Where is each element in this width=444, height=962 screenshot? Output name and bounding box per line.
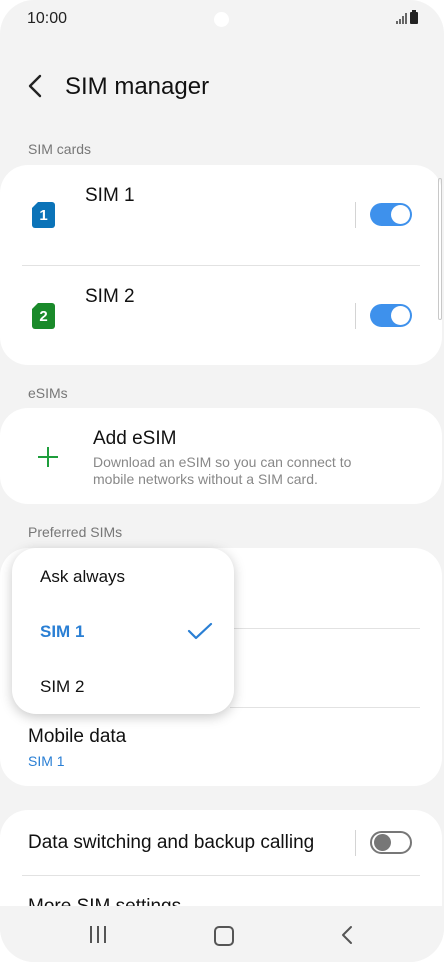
section-label-preferred-sims: Preferred SIMs bbox=[28, 524, 123, 540]
home-icon[interactable] bbox=[214, 926, 234, 946]
plus-icon bbox=[38, 447, 58, 467]
add-esim-card[interactable]: Add eSIM Download an eSIM so you can con… bbox=[0, 408, 442, 504]
sim2-card-icon: 2 bbox=[32, 303, 55, 329]
navigation-bar bbox=[0, 906, 444, 962]
divider bbox=[230, 628, 420, 629]
sim1-card-icon: 1 bbox=[32, 202, 55, 228]
data-switching-toggle[interactable] bbox=[370, 831, 412, 854]
section-label-sim-cards: SIM cards bbox=[28, 141, 92, 157]
add-esim-title: Add eSIM bbox=[93, 428, 177, 449]
option-ask-always[interactable]: Ask always bbox=[40, 567, 125, 587]
scrollbar[interactable] bbox=[438, 178, 442, 320]
divider bbox=[355, 830, 356, 856]
checkmark-icon bbox=[187, 622, 213, 640]
system-icons bbox=[396, 10, 418, 24]
preferred-sim-dropdown: Ask always SIM 1 SIM 2 bbox=[12, 548, 234, 714]
battery-icon bbox=[410, 10, 418, 24]
signal-icon bbox=[396, 12, 407, 24]
sim-row-2[interactable]: 2 SIM 2 bbox=[0, 265, 442, 365]
recents-icon[interactable] bbox=[90, 926, 106, 943]
divider bbox=[22, 875, 420, 876]
sim2-label: SIM 2 bbox=[85, 286, 135, 307]
add-esim-description: Download an eSIM so you can connect to m… bbox=[93, 454, 352, 487]
sim1-label: SIM 1 bbox=[85, 185, 135, 206]
sim2-toggle[interactable] bbox=[370, 304, 412, 327]
mobile-data-title[interactable]: Mobile data bbox=[28, 726, 126, 748]
back-arrow-icon[interactable] bbox=[24, 72, 50, 100]
app-bar: SIM manager bbox=[0, 62, 444, 112]
status-bar: 10:00 bbox=[0, 0, 444, 40]
option-sim1[interactable]: SIM 1 bbox=[40, 622, 84, 642]
divider bbox=[355, 202, 356, 228]
data-switching-label[interactable]: Data switching and backup calling bbox=[28, 832, 314, 854]
sim-row-1[interactable]: 1 SIM 1 bbox=[0, 165, 442, 265]
status-time: 10:00 bbox=[27, 10, 68, 27]
sim1-toggle[interactable] bbox=[370, 203, 412, 226]
nav-back-icon[interactable] bbox=[340, 924, 354, 946]
phone-screen: 10:00 SIM manager SIM cards 1 SIM 1 2 SI… bbox=[0, 0, 444, 962]
option-sim2[interactable]: SIM 2 bbox=[40, 677, 84, 697]
page-title: SIM manager bbox=[65, 73, 210, 100]
divider bbox=[355, 303, 356, 329]
sim-cards-card: 1 SIM 1 2 SIM 2 bbox=[0, 165, 442, 365]
front-camera bbox=[214, 12, 229, 27]
mobile-data-value: SIM 1 bbox=[28, 753, 65, 769]
section-label-esims: eSIMs bbox=[28, 385, 68, 401]
divider bbox=[230, 707, 420, 708]
